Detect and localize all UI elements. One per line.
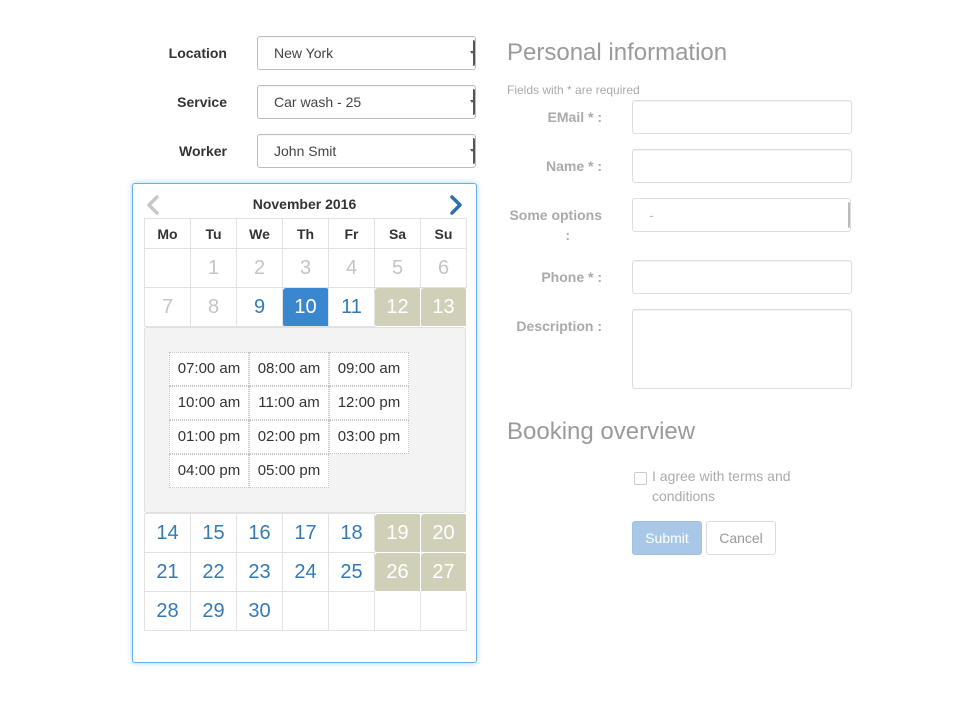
name-label: Name * : <box>545 158 602 174</box>
calendar-day-disabled: 3 <box>282 248 329 288</box>
options-label-line1: Some options <box>509 207 602 223</box>
location-select[interactable]: New York <box>257 36 476 70</box>
time-slot[interactable]: 04:00 pm <box>169 454 249 488</box>
agree-label[interactable]: I agree with terms and conditions <box>652 466 822 506</box>
chevron-down-icon <box>470 138 475 164</box>
time-slot[interactable]: 03:00 pm <box>329 420 409 454</box>
weekday-header-row: Mo Tu We Th Fr Sa Su <box>144 218 467 249</box>
calendar-day[interactable]: 17 <box>282 513 329 553</box>
calendar-day[interactable]: 15 <box>190 513 237 553</box>
calendar-grid-top: Mo Tu We Th Fr Sa Su 123456 7 8 9 10 11 12 13 <box>144 218 467 327</box>
service-value: Car wash - 25 <box>274 94 362 110</box>
calendar-day[interactable]: 14 <box>144 513 191 553</box>
chevron-right-icon <box>450 195 462 215</box>
worker-label: Worker <box>179 143 227 159</box>
calendar-day-weekend: 26 <box>374 552 421 592</box>
calendar-empty-cell <box>144 248 191 288</box>
time-slot[interactable]: 02:00 pm <box>249 420 329 454</box>
email-label: EMail * : <box>547 109 602 125</box>
calendar-panel: November 2016 Mo Tu We Th Fr Sa Su 123456 7891… <box>132 183 477 663</box>
calendar-empty-cell <box>374 591 421 631</box>
chevron-down-icon <box>846 202 850 228</box>
name-field[interactable] <box>632 149 852 183</box>
calendar-grid-bottom: 14 15 16 17 18 19 20 21 22 23 24 25 26 27 28 29 30 <box>144 513 467 631</box>
time-slot[interactable]: 12:00 pm <box>329 386 409 420</box>
week-row: 7 8 9 10 11 12 13 <box>144 287 467 327</box>
personal-info-heading: Personal information <box>507 39 728 66</box>
options-label: Some options : <box>505 205 602 245</box>
time-slot[interactable]: 09:00 am <box>329 352 409 386</box>
calendar-day[interactable]: 9 <box>236 287 283 327</box>
time-slot[interactable]: 08:00 am <box>249 352 329 386</box>
weekday-header: Mo <box>144 218 191 249</box>
weekday-header: Fr <box>328 218 375 249</box>
booking-overview-heading: Booking overview <box>507 418 696 445</box>
next-month-button[interactable] <box>447 194 465 216</box>
calendar-day-disabled: 5 <box>374 248 421 288</box>
calendar-month-title: November 2016 <box>252 196 357 212</box>
calendar-day[interactable]: 24 <box>282 552 329 592</box>
service-select[interactable]: Car wash - 25 <box>257 85 476 119</box>
chevron-down-icon <box>470 40 475 66</box>
week-row: 123456 <box>144 248 467 288</box>
location-value: New York <box>274 45 334 61</box>
week-row: 14 15 16 17 18 19 20 <box>144 513 467 553</box>
calendar-day-weekend: 27 <box>420 552 467 592</box>
calendar-day-disabled: 7 <box>144 287 191 327</box>
calendar-day[interactable]: 22 <box>190 552 237 592</box>
submit-button[interactable]: Submit <box>632 521 702 555</box>
calendar-empty-cell <box>328 591 375 631</box>
calendar-day-weekend: 19 <box>374 513 421 553</box>
time-slot[interactable]: 07:00 am <box>169 352 249 386</box>
calendar-day[interactable]: 30 <box>236 591 283 631</box>
calendar-day-disabled: 6 <box>420 248 467 288</box>
phone-label: Phone * : <box>541 269 602 285</box>
description-label: Description : <box>516 318 602 334</box>
calendar-day-weekend: 13 <box>420 287 467 327</box>
calendar-day-disabled: 1 <box>190 248 237 288</box>
options-value: - <box>649 207 654 223</box>
options-select[interactable]: - <box>632 198 851 232</box>
calendar-day-disabled: 8 <box>190 287 237 327</box>
email-field[interactable] <box>632 100 852 134</box>
calendar-day[interactable]: 29 <box>190 591 237 631</box>
calendar-day-weekend: 20 <box>420 513 467 553</box>
weekday-header: Th <box>282 218 329 249</box>
calendar-day-disabled: 4 <box>328 248 375 288</box>
weekday-header: Su <box>420 218 467 249</box>
worker-value: John Smit <box>274 143 337 159</box>
weekday-header: We <box>236 218 283 249</box>
calendar-day[interactable]: 28 <box>144 591 191 631</box>
calendar-day-selected[interactable]: 10 <box>282 287 329 327</box>
location-label: Location <box>168 45 227 61</box>
options-label-line2: : <box>565 227 570 243</box>
time-slot[interactable]: 01:00 pm <box>169 420 249 454</box>
chevron-down-icon <box>470 89 475 115</box>
calendar-day[interactable]: 16 <box>236 513 283 553</box>
time-slot-panel: 07:00 am 08:00 am 09:00 am 10:00 am 11:00 am… <box>144 327 466 513</box>
week-row: 28 29 30 <box>144 591 467 631</box>
calendar-empty-cell <box>420 591 467 631</box>
weekday-header: Tu <box>190 218 237 249</box>
agree-checkbox[interactable] <box>634 472 647 485</box>
calendar-day[interactable]: 18 <box>328 513 375 553</box>
calendar-day-disabled: 2 <box>236 248 283 288</box>
time-slot[interactable]: 11:00 am <box>249 386 329 420</box>
time-slot[interactable]: 10:00 am <box>169 386 249 420</box>
calendar-day[interactable]: 21 <box>144 552 191 592</box>
week-row: 21 22 23 24 25 26 27 <box>144 552 467 592</box>
calendar-day[interactable]: 23 <box>236 552 283 592</box>
cancel-button[interactable]: Cancel <box>706 521 776 555</box>
worker-select[interactable]: John Smit <box>257 134 476 168</box>
service-label: Service <box>177 94 227 110</box>
phone-field[interactable] <box>632 260 852 294</box>
calendar-day[interactable]: 11 <box>328 287 375 327</box>
calendar-empty-cell <box>282 591 329 631</box>
description-textarea[interactable] <box>632 309 852 389</box>
required-note: Fields with * are required <box>507 83 640 97</box>
time-slot[interactable]: 05:00 pm <box>249 454 329 488</box>
calendar-day[interactable]: 25 <box>328 552 375 592</box>
calendar-day-weekend: 12 <box>374 287 421 327</box>
weekday-header: Sa <box>374 218 421 249</box>
